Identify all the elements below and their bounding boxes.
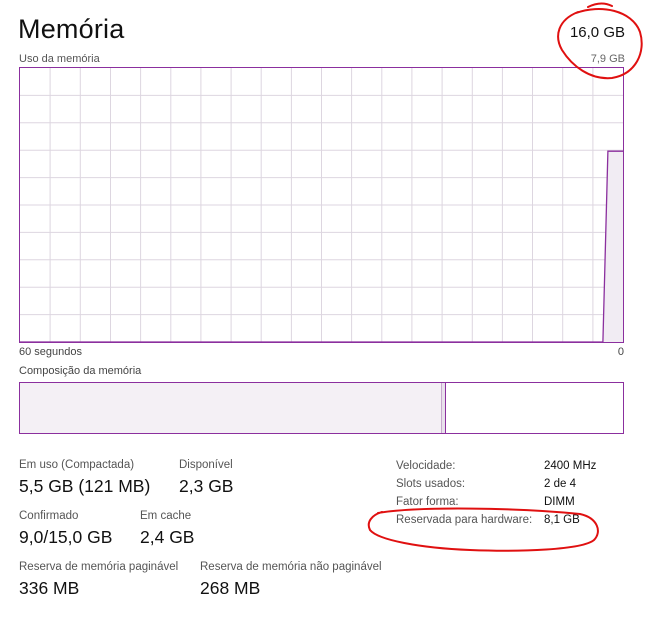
property-value: 2400 MHz <box>544 460 597 472</box>
usage-chart-max: 7,9 GB <box>590 53 625 65</box>
time-axis-start: 60 segundos <box>19 346 82 358</box>
stat-nonpaged-pool-value: 268 MB <box>200 578 261 598</box>
stat-paged-pool: Reserva de memória paginável 336 MB <box>19 561 178 599</box>
hardware-properties: Velocidade: 2400 MHz Slots usados: 2 de … <box>396 457 596 529</box>
memory-composition-bar <box>19 382 624 434</box>
property-row: Fator forma: DIMM <box>396 493 596 511</box>
stat-in-use-value: 5,5 GB (121 MB) <box>19 476 151 496</box>
property-key: Slots usados: <box>396 478 466 490</box>
stat-nonpaged-pool-label: Reserva de memória não paginável <box>200 561 382 573</box>
memory-usage-graph <box>20 68 623 342</box>
memory-usage-chart <box>19 67 624 343</box>
stat-available-label: Disponível <box>179 459 233 471</box>
stat-paged-pool-label: Reserva de memória paginável <box>19 561 179 573</box>
composition-label: Composição da memória <box>19 365 142 377</box>
stat-available: Disponível 2,3 GB <box>179 459 233 497</box>
composition-available <box>445 383 623 433</box>
stat-committed-value: 9,0/15,0 GB <box>19 527 113 547</box>
property-value: 8,1 GB <box>544 514 580 526</box>
stat-paged-pool-value: 336 MB <box>19 578 80 598</box>
stat-committed-label: Confirmado <box>19 510 79 522</box>
property-key: Fator forma: <box>396 496 459 508</box>
stat-committed: Confirmado 9,0/15,0 GB <box>19 510 112 548</box>
stat-cached-value: 2,4 GB <box>140 527 195 547</box>
stat-in-use: Em uso (Compactada) 5,5 GB (121 MB) <box>19 459 150 497</box>
property-row: Slots usados: 2 de 4 <box>396 475 596 493</box>
total-memory: 16,0 GB <box>569 24 625 41</box>
property-key: Reservada para hardware: <box>396 514 533 526</box>
property-row: Velocidade: 2400 MHz <box>396 457 596 475</box>
stat-in-use-label: Em uso (Compactada) <box>19 459 135 471</box>
property-key: Velocidade: <box>396 460 456 472</box>
stat-available-value: 2,3 GB <box>179 476 234 496</box>
memory-panel: Memória 16,0 GB Uso da memória 7,9 GB 60… <box>0 0 649 617</box>
property-value: DIMM <box>544 496 575 508</box>
stat-cached: Em cache 2,4 GB <box>140 510 194 548</box>
page-title: Memória <box>18 14 125 44</box>
stat-nonpaged-pool: Reserva de memória não paginável 268 MB <box>200 561 382 599</box>
time-axis-end: 0 <box>617 346 624 358</box>
stat-cached-label: Em cache <box>140 510 192 522</box>
chart-grid <box>20 68 623 342</box>
property-value: 2 de 4 <box>544 478 576 490</box>
usage-chart-label: Uso da memória <box>19 53 100 65</box>
composition-in-use <box>20 383 443 433</box>
property-row: Reservada para hardware: 8,1 GB <box>396 511 596 529</box>
